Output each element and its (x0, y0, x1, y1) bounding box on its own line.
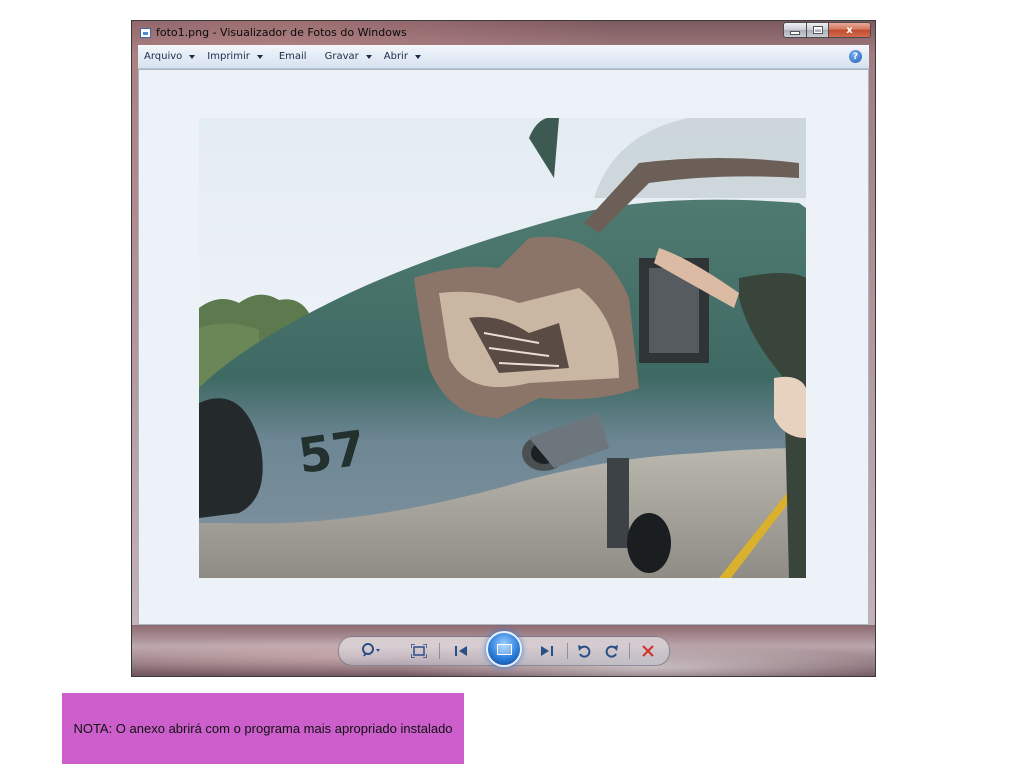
dropdown-arrow-icon (189, 54, 196, 59)
viewer-toolbar (132, 625, 875, 676)
playback-controls (338, 631, 670, 667)
zoom-button[interactable] (359, 642, 387, 660)
title-bar[interactable]: foto1.png - Visualizador de Fotos do Win… (132, 21, 875, 45)
previous-icon (455, 646, 467, 656)
attachment-note: NOTA: O anexo abrirá com o programa mais… (62, 693, 464, 764)
window-controls: x (783, 22, 871, 38)
slideshow-icon (496, 643, 512, 655)
maximize-button[interactable] (807, 22, 829, 38)
separator (567, 643, 568, 659)
aircraft-number: 57 (295, 420, 369, 485)
delete-icon (642, 645, 654, 657)
app-icon (140, 28, 151, 38)
help-icon[interactable]: ? (849, 50, 862, 63)
menu-label: Arquivo (144, 51, 183, 62)
menu-label: Abrir (383, 51, 408, 62)
menu-imprimir[interactable]: Imprimir (201, 45, 269, 68)
jet-aircraft-photo: 57 (199, 118, 806, 578)
photo-viewer-window: foto1.png - Visualizador de Fotos do Win… (131, 20, 876, 677)
dropdown-arrow-icon (414, 54, 421, 59)
actual-size-button[interactable] (407, 642, 431, 660)
rotate-clockwise-icon (605, 645, 618, 658)
separator (439, 643, 440, 659)
slideshow-button[interactable] (486, 631, 522, 667)
menu-gravar[interactable]: Gravar (319, 45, 378, 68)
close-button[interactable]: x (829, 22, 871, 38)
rotate-counterclockwise-icon (578, 645, 591, 658)
menu-bar: Arquivo Imprimir Email Gravar Abrir ? (138, 45, 869, 69)
actual-size-icon (411, 644, 427, 658)
delete-button[interactable] (637, 642, 659, 660)
menu-label: Imprimir (207, 51, 250, 62)
image-viewport: 57 (138, 69, 869, 625)
minimize-icon (791, 31, 799, 34)
menu-abrir[interactable]: Abrir (378, 45, 427, 68)
menu-label: Email (278, 51, 307, 62)
menu-label: Gravar (324, 51, 359, 62)
next-icon (541, 646, 553, 656)
close-icon: x (846, 24, 853, 36)
note-text: NOTA: O anexo abrirá com o programa mais… (73, 721, 453, 736)
displayed-photo: 57 (199, 118, 806, 578)
separator (629, 643, 630, 659)
zoom-icon (362, 643, 380, 657)
menu-email[interactable]: Email (269, 45, 319, 68)
maximize-icon (813, 27, 822, 33)
window-title: foto1.png - Visualizador de Fotos do Win… (156, 26, 407, 39)
minimize-button[interactable] (783, 22, 807, 38)
dropdown-arrow-icon (256, 54, 263, 59)
dropdown-arrow-icon (365, 54, 372, 59)
rotate-right-button[interactable] (601, 642, 623, 660)
menu-arquivo[interactable]: Arquivo (138, 45, 201, 68)
rotate-left-button[interactable] (573, 642, 595, 660)
next-button[interactable] (533, 642, 561, 660)
previous-button[interactable] (447, 642, 475, 660)
